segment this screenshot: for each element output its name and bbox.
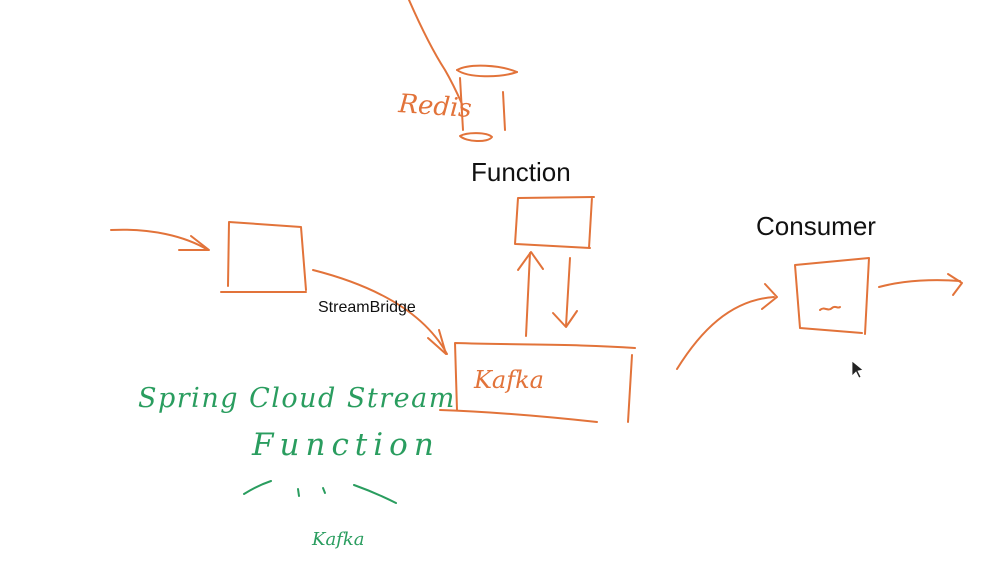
consumer-box [794, 257, 870, 335]
consumer-label: Consumer [756, 211, 876, 241]
whiteboard-canvas: Redis Kafka Spring Cloud Stream Function… [0, 0, 1005, 582]
note-stroke-left [243, 480, 272, 495]
kafka-box-handwriting: Kafka [473, 366, 544, 394]
consumer-box-mark [819, 305, 841, 311]
arrow-down-to-kafka [552, 257, 578, 328]
redis-handwriting: Redis [397, 89, 473, 124]
sketch-layer: Redis Kafka Spring Cloud Stream Function… [110, 0, 963, 550]
redis-connector-line [408, 0, 463, 105]
streambridge-label: StreamBridge [318, 299, 416, 316]
mouse-cursor-icon [851, 360, 864, 379]
spring-cloud-stream-note: Spring Cloud Stream [138, 383, 456, 414]
note-stroke-tick-b [322, 487, 326, 494]
note-stroke-right [353, 484, 397, 504]
arrow-to-consumer [676, 283, 778, 370]
source-box [220, 221, 307, 293]
input-arrow [110, 228, 210, 251]
function-label: Function [471, 157, 571, 187]
note-stroke-tick-a [297, 488, 300, 497]
function-note: Function [251, 427, 440, 463]
kafka-note: Kafka [311, 529, 364, 550]
function-box [514, 196, 595, 249]
arrow-up-to-function [517, 251, 544, 337]
output-arrow [878, 273, 963, 296]
